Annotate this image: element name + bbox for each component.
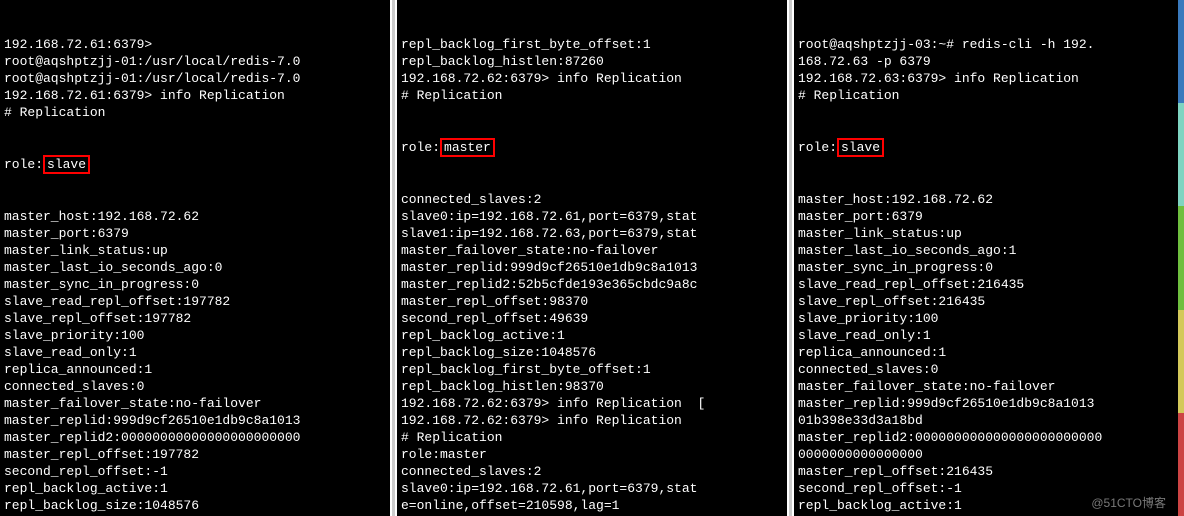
terminal-line: master_sync_in_progress:0 — [4, 276, 386, 293]
terminal-line: slave0:ip=192.168.72.61,port=6379,stat — [401, 208, 783, 225]
scrollbar[interactable] — [1178, 0, 1184, 516]
terminal-line: 192.168.72.61:6379> info Replication — [4, 87, 386, 104]
role-prefix: role: — [401, 140, 440, 155]
terminal-line: slave_priority:100 — [4, 327, 386, 344]
terminal-line: repl_backlog_active:1 — [4, 480, 386, 497]
pane-divider[interactable] — [787, 0, 794, 516]
terminal-line: root@aqshptzjj-01:/usr/local/redis-7.0 — [4, 70, 386, 87]
role-prefix: role: — [798, 140, 837, 155]
terminal-line: slave_read_repl_offset:197782 — [4, 293, 386, 310]
scrollbar-segment — [1178, 206, 1184, 309]
terminal-line: slave_read_only:1 — [798, 327, 1180, 344]
terminal-line: 192.168.72.63:6379> info Replication — [798, 70, 1180, 87]
terminal-line: master_port:6379 — [798, 208, 1180, 225]
terminal-line: master_repl_offset:216435 — [798, 463, 1180, 480]
scrollbar-segment — [1178, 103, 1184, 206]
role-highlight: slave — [43, 155, 90, 174]
scrollbar-segment — [1178, 0, 1184, 103]
terminal-output: connected_slaves:2slave0:ip=192.168.72.6… — [401, 191, 783, 516]
terminal-line: master_failover_state:no-failover — [4, 395, 386, 412]
terminal-line: master_last_io_seconds_ago:0 — [4, 259, 386, 276]
terminal-line: # Replication — [401, 87, 783, 104]
terminal-line: repl_backlog_size:1048576 — [401, 344, 783, 361]
terminal-line: replica_announced:1 — [798, 344, 1180, 361]
terminal-line: connected_slaves:0 — [798, 361, 1180, 378]
terminal-line: second_repl_offset:-1 — [798, 480, 1180, 497]
terminal-line: slave_repl_offset:216435 — [798, 293, 1180, 310]
terminal-line: master_host:192.168.72.62 — [4, 208, 386, 225]
terminal-line: slave_read_repl_offset:216435 — [798, 276, 1180, 293]
terminal-line: master_port:6379 — [4, 225, 386, 242]
terminal-line: 168.72.63 -p 6379 — [798, 53, 1180, 70]
role-prefix: role: — [4, 157, 43, 172]
terminal-line: # Replication — [4, 104, 386, 121]
terminal-line: repl_backlog_first_byte_offset:1 — [401, 361, 783, 378]
terminal-output: 192.168.72.61:6379>root@aqshptzjj-01:/us… — [4, 36, 386, 121]
terminal-line: master_failover_state:no-failover — [401, 242, 783, 259]
terminal-line: replica_announced:1 — [4, 361, 386, 378]
terminal-line: connected_slaves:2 — [401, 191, 783, 208]
terminal-line: second_repl_offset:49639 — [401, 310, 783, 327]
terminal-line: master_repl_offset:197782 — [4, 446, 386, 463]
terminal-line: master_replid2:52b5cfde193e365cbdc9a8c — [401, 276, 783, 293]
terminal-line: master_replid:999d9cf26510e1db9c8a1013 — [4, 412, 386, 429]
terminal-line: 192.168.72.62:6379> info Replication — [401, 70, 783, 87]
scrollbar-segment — [1178, 310, 1184, 413]
terminal-line: root@aqshptzjj-01:/usr/local/redis-7.0 — [4, 53, 386, 70]
terminal-line: # Replication — [798, 87, 1180, 104]
terminal-line: root@aqshptzjj-03:~# redis-cli -h 192. — [798, 36, 1180, 53]
terminal-line: role:master — [401, 446, 783, 463]
terminal-line: repl_backlog_histlen:87260 — [401, 53, 783, 70]
terminal-line: repl_backlog_active:1 — [798, 497, 1180, 514]
terminal-line: connected_slaves:0 — [4, 378, 386, 395]
terminal-output: master_host:192.168.72.62master_port:637… — [4, 208, 386, 516]
terminal-pane-3[interactable]: root@aqshptzjj-03:~# redis-cli -h 192.16… — [794, 0, 1184, 516]
terminal-line: master_link_status:up — [4, 242, 386, 259]
terminal-line: master_repl_offset:98370 — [401, 293, 783, 310]
terminal-pane-1[interactable]: 192.168.72.61:6379>root@aqshptzjj-01:/us… — [0, 0, 390, 516]
terminal-line: 192.168.72.62:6379> info Replication [ — [401, 395, 783, 412]
terminal-line: slave1:ip=192.168.72.63,port=6379,stat — [401, 225, 783, 242]
terminal-line: slave0:ip=192.168.72.61,port=6379,stat — [401, 480, 783, 497]
terminal-line: master_sync_in_progress:0 — [798, 259, 1180, 276]
terminal-output: root@aqshptzjj-03:~# redis-cli -h 192.16… — [798, 36, 1180, 104]
terminal-line: slave_repl_offset:197782 — [4, 310, 386, 327]
terminal-panes: 192.168.72.61:6379>root@aqshptzjj-01:/us… — [0, 0, 1184, 516]
scrollbar-segment — [1178, 413, 1184, 516]
terminal-line: master_replid2:00000000000000000000000 — [4, 429, 386, 446]
terminal-line: master_host:192.168.72.62 — [798, 191, 1180, 208]
terminal-line: 01b398e33d3a18bd — [798, 412, 1180, 429]
terminal-line: 0000000000000000 — [798, 446, 1180, 463]
pane-divider[interactable] — [390, 0, 397, 516]
terminal-line: 192.168.72.61:6379> — [4, 36, 386, 53]
terminal-line: master_replid:999d9cf26510e1db9c8a1013 — [401, 259, 783, 276]
terminal-output: master_host:192.168.72.62master_port:637… — [798, 191, 1180, 516]
terminal-line: repl_backlog_first_byte_offset:1 — [401, 36, 783, 53]
terminal-line: second_repl_offset:-1 — [4, 463, 386, 480]
terminal-line: slave_read_only:1 — [4, 344, 386, 361]
terminal-line: # Replication — [401, 429, 783, 446]
role-line: role:slave — [4, 155, 386, 174]
terminal-line: master_link_status:up — [798, 225, 1180, 242]
terminal-line: repl_backlog_histlen:98370 — [401, 378, 783, 395]
terminal-line: master_failover_state:no-failover — [798, 378, 1180, 395]
role-line: role:master — [401, 138, 783, 157]
terminal-line: master_last_io_seconds_ago:1 — [798, 242, 1180, 259]
terminal-output: repl_backlog_first_byte_offset:1repl_bac… — [401, 36, 783, 104]
terminal-line: e=online,offset=210598,lag=1 — [401, 497, 783, 514]
role-highlight: master — [440, 138, 495, 157]
terminal-line: connected_slaves:2 — [401, 463, 783, 480]
terminal-line: master_replid2:000000000000000000000000 — [798, 429, 1180, 446]
role-line: role:slave — [798, 138, 1180, 157]
role-highlight: slave — [837, 138, 884, 157]
terminal-line: 192.168.72.62:6379> info Replication — [401, 412, 783, 429]
terminal-pane-2[interactable]: repl_backlog_first_byte_offset:1repl_bac… — [397, 0, 787, 516]
terminal-line: repl_backlog_size:1048576 — [4, 497, 386, 514]
terminal-line: slave_priority:100 — [798, 310, 1180, 327]
terminal-line: master_replid:999d9cf26510e1db9c8a1013 — [798, 395, 1180, 412]
terminal-line: repl_backlog_active:1 — [401, 327, 783, 344]
